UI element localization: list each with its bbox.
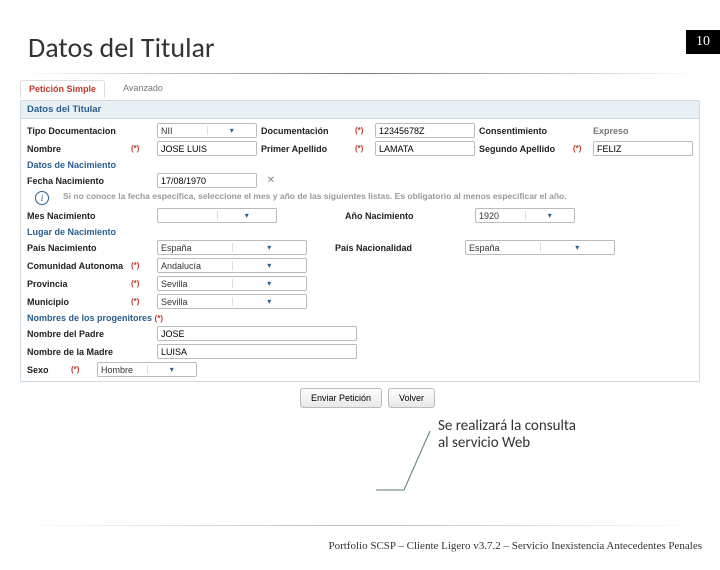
padre-input[interactable] <box>157 326 357 341</box>
primer-apellido-label: Primer Apellido <box>261 144 351 154</box>
chevron-down-icon: ▾ <box>232 297 307 306</box>
row-pais: País Nacimiento España▾ País Nacionalida… <box>27 240 693 255</box>
comunidad-label: Comunidad Autonoma <box>27 261 127 271</box>
panel-header: Datos del Titular <box>21 101 699 119</box>
datos-nacimiento-header: Datos de Nacimiento <box>27 160 693 170</box>
req-mark: (*) <box>355 144 371 153</box>
req-mark: (*) <box>355 126 371 135</box>
row-madre: Nombre de la Madre <box>27 344 693 359</box>
pais-nacion-label: País Nacionalidad <box>335 243 435 253</box>
chevron-down-icon: ▾ <box>232 279 307 288</box>
sexo-label: Sexo <box>27 365 67 375</box>
tabs: Petición Simple Avanzado <box>20 80 700 98</box>
req-mark: (*) <box>71 365 93 374</box>
row-padre: Nombre del Padre <box>27 326 693 341</box>
chevron-down-icon: ▾ <box>232 243 307 252</box>
madre-label: Nombre de la Madre <box>27 347 127 357</box>
req-mark: (*) <box>131 279 153 288</box>
segundo-apellido-label: Segundo Apellido <box>479 144 569 154</box>
nombre-input[interactable] <box>157 141 257 156</box>
panel-body: Tipo Documentacion NII▾ Documentación (*… <box>21 119 699 381</box>
pais-nac-label: País Nacimiento <box>27 243 127 253</box>
sexo-select[interactable]: Hombre▾ <box>97 362 197 377</box>
divider <box>20 73 700 74</box>
ano-nac-select[interactable]: 1920▾ <box>475 208 575 223</box>
ano-nac-label: Año Nacimiento <box>345 211 445 221</box>
req-mark: (*) <box>131 297 153 306</box>
form-app: Petición Simple Avanzado Datos del Titul… <box>20 80 700 408</box>
madre-input[interactable] <box>157 344 357 359</box>
chevron-down-icon: ▾ <box>232 261 307 270</box>
lugar-nacimiento-header: Lugar de Nacimiento <box>27 227 693 237</box>
municipio-label: Municipio <box>27 297 127 307</box>
footer-text: Portfolio SCSP – Cliente Ligero v3.7.2 –… <box>328 540 702 552</box>
primer-apellido-input[interactable] <box>375 141 475 156</box>
info-text: Si no conoce la fecha específica, selecc… <box>63 191 693 205</box>
consentimiento-value: Expreso <box>593 126 693 136</box>
comunidad-select[interactable]: Andalucía▾ <box>157 258 307 273</box>
req-mark: (*) <box>131 261 153 270</box>
row-name: Nombre (*) Primer Apellido (*) Segundo A… <box>27 141 693 156</box>
row-comunidad: Comunidad Autonoma (*) Andalucía▾ <box>27 258 693 273</box>
req-mark: (*) <box>573 144 589 153</box>
row-mes-ano: Mes Nacimiento ▾ Año Nacimiento 1920▾ <box>27 208 693 223</box>
row-provincia: Provincia (*) Sevilla▾ <box>27 276 693 291</box>
clear-icon[interactable]: ✕ <box>261 175 281 186</box>
chevron-down-icon: ▾ <box>217 211 277 220</box>
fecha-nac-label: Fecha Nacimiento <box>27 176 127 186</box>
button-row: Enviar Petición Volver <box>20 388 700 408</box>
provincia-label: Provincia <box>27 279 127 289</box>
callout-text: Se realizará la consulta al servicio Web <box>438 418 588 453</box>
page-title: Datos del Titular <box>28 30 720 65</box>
row-sexo: Sexo (*) Hombre▾ <box>27 362 693 377</box>
chevron-down-icon: ▾ <box>207 126 257 135</box>
panel-titular: Datos del Titular Tipo Documentacion NII… <box>20 100 700 382</box>
padre-label: Nombre del Padre <box>27 329 127 339</box>
tipo-doc-label: Tipo Documentacion <box>27 126 127 136</box>
info-icon: i <box>35 191 49 205</box>
send-button[interactable]: Enviar Petición <box>300 388 382 408</box>
tipo-doc-select[interactable]: NII▾ <box>157 123 257 138</box>
page-number: 10 <box>686 30 720 54</box>
chevron-down-icon: ▾ <box>147 365 197 374</box>
chevron-down-icon: ▾ <box>525 211 575 220</box>
fecha-nac-input[interactable] <box>157 173 257 188</box>
pais-nac-select[interactable]: España▾ <box>157 240 307 255</box>
pais-nacion-select[interactable]: España▾ <box>465 240 615 255</box>
chevron-down-icon: ▾ <box>540 243 615 252</box>
row-info: i Si no conoce la fecha específica, sele… <box>27 191 693 205</box>
consentimiento-label: Consentimiento <box>479 126 569 136</box>
row-doc: Tipo Documentacion NII▾ Documentación (*… <box>27 123 693 138</box>
municipio-select[interactable]: Sevilla▾ <box>157 294 307 309</box>
documentacion-input[interactable] <box>375 123 475 138</box>
provincia-select[interactable]: Sevilla▾ <box>157 276 307 291</box>
req-mark: (*) <box>131 144 153 153</box>
progenitores-header: Nombres de los progenitores (*) <box>27 313 693 323</box>
back-button[interactable]: Volver <box>388 388 435 408</box>
documentacion-label: Documentación <box>261 126 351 136</box>
mes-nac-label: Mes Nacimiento <box>27 211 127 221</box>
footer-divider <box>20 525 700 526</box>
segundo-apellido-input[interactable] <box>593 141 693 156</box>
row-municipio: Municipio (*) Sevilla▾ <box>27 294 693 309</box>
mes-nac-select[interactable]: ▾ <box>157 208 277 223</box>
tab-advanced[interactable]: Avanzado <box>115 80 171 98</box>
nombre-label: Nombre <box>27 144 127 154</box>
row-fecha: Fecha Nacimiento ✕ <box>27 173 693 188</box>
tab-simple[interactable]: Petición Simple <box>20 80 105 98</box>
